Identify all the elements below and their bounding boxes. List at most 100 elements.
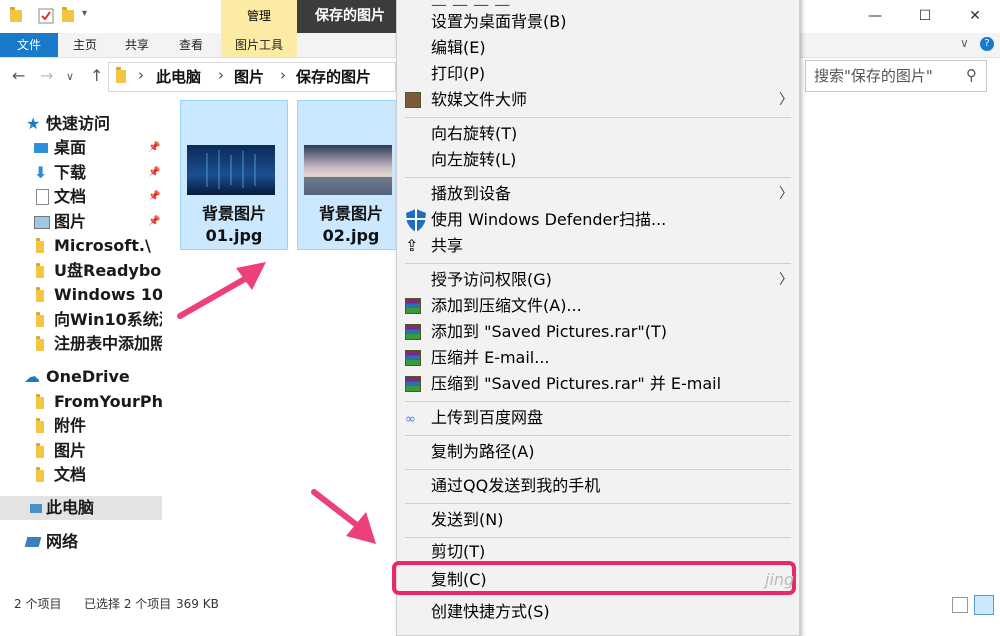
tab-picture-tools[interactable]: 图片工具 [221, 33, 297, 57]
winrar-icon [405, 324, 421, 340]
nav-item-desktop[interactable]: 桌面 📌 [0, 136, 162, 160]
properties-icon[interactable] [38, 8, 54, 24]
nav-item-onedrive-folder[interactable]: 图片 [0, 439, 162, 463]
nav-item-downloads[interactable]: ⬇ 下载 📌 [0, 161, 162, 185]
menu-item-cast-to-device[interactable]: 播放到设备 〉 [397, 181, 799, 207]
nav-item-onedrive-folder[interactable]: 文档 [0, 463, 162, 487]
chevron-right-icon[interactable]: › [280, 66, 286, 84]
pin-icon[interactable]: 📌 [148, 210, 160, 234]
menu-item-copy-as-path[interactable]: 复制为路径(A) [397, 439, 799, 465]
winrar-icon [405, 376, 421, 392]
nav-network[interactable]: 网络 [0, 530, 162, 554]
menu-item-baidu-upload[interactable]: ∞ 上传到百度网盘 [397, 405, 799, 431]
folder-icon [36, 336, 44, 351]
collapse-ribbon-icon[interactable]: ∨ [960, 36, 969, 50]
menu-item-add-to-rar[interactable]: 添加到 "Saved Pictures.rar"(T) [397, 319, 799, 345]
nav-item-folder[interactable]: 向Win10系统添 [0, 308, 162, 332]
nav-label: 注册表中添加照 [54, 334, 162, 353]
close-button[interactable]: ✕ [950, 0, 1000, 33]
nav-this-pc[interactable]: 此电脑 [0, 496, 162, 520]
nav-item-onedrive-folder[interactable]: FromYourPho [0, 390, 162, 414]
menu-item-qq-send[interactable]: 通过QQ发送到我的手机 [397, 473, 799, 499]
selected-size: 369 KB [176, 597, 219, 611]
search-input[interactable]: 搜索"保存的图片" [805, 60, 987, 92]
maximize-button[interactable]: ☐ [900, 0, 950, 33]
ruanmei-icon [405, 92, 421, 108]
menu-item-compress-email[interactable]: 压缩并 E-mail... [397, 345, 799, 371]
nav-item-folder[interactable]: Windows 10 [0, 283, 162, 307]
nav-label: Windows 10 [54, 285, 162, 304]
search-icon[interactable]: ⚲ [966, 66, 977, 84]
winrar-icon [405, 298, 421, 314]
minimize-button[interactable]: — [850, 0, 900, 33]
menu-item-set-wallpaper[interactable]: 设置为桌面背景(B) [397, 9, 799, 35]
tab-view[interactable]: 查看 [166, 33, 216, 57]
tab-manage[interactable]: 管理 [221, 0, 297, 33]
customize-toolbar-icon[interactable]: ▾ [82, 8, 87, 19]
menu-item-share[interactable]: ⇪ 共享 [397, 233, 799, 259]
nav-label: 桌面 [54, 138, 87, 157]
selected-count: 已选择 2 个项目 [84, 597, 172, 611]
menu-item-defender-scan[interactable]: 使用 Windows Defender扫描... [397, 207, 799, 233]
file-name: 背景图片 01.jpg [181, 203, 287, 247]
image-thumbnail [304, 145, 392, 195]
menu-item-compress-rar-email[interactable]: 压缩到 "Saved Pictures.rar" 并 E-mail [397, 371, 799, 397]
nav-item-folder[interactable]: 注册表中添加照 [0, 332, 162, 356]
nav-item-folder[interactable]: U盘Readyboo [0, 259, 162, 283]
breadcrumb-saved-pictures[interactable]: 保存的图片 [296, 66, 371, 87]
menu-separator [405, 117, 791, 118]
menu-separator [405, 469, 791, 470]
menu-item-create-shortcut[interactable]: 创建快捷方式(S) [397, 599, 799, 625]
menu-item-give-access[interactable]: 授予访问权限(G) 〉 [397, 267, 799, 293]
menu-separator [405, 503, 791, 504]
menu-item-ruanmei[interactable]: 软媒文件大师 〉 [397, 87, 799, 113]
share-icon: ⇪ [405, 236, 419, 255]
menu-item-rotate-left[interactable]: 向左旋转(L) [397, 147, 799, 173]
pin-icon[interactable]: 📌 [148, 136, 160, 160]
chevron-right-icon: 〉 [779, 92, 793, 108]
nav-item-folder[interactable]: Microsoft.\ [0, 234, 162, 258]
recent-locations-icon[interactable]: ∨ [66, 70, 74, 83]
menu-item-print[interactable]: 打印(P) [397, 61, 799, 87]
file-name: 背景图片 02.jpg [298, 203, 404, 247]
large-icons-view-icon[interactable] [974, 595, 994, 615]
breadcrumb-this-pc[interactable]: 此电脑 [156, 66, 201, 87]
menu-separator [405, 401, 791, 402]
watermark: jing [765, 570, 795, 589]
file-item[interactable]: 背景图片 02.jpg [297, 100, 405, 250]
details-view-icon[interactable] [952, 597, 968, 613]
up-arrow-icon[interactable]: ↑ [90, 66, 103, 85]
folder-icon [36, 467, 44, 482]
menu-item-rotate-right[interactable]: 向右旋转(T) [397, 121, 799, 147]
chevron-right-icon[interactable]: › [218, 66, 224, 84]
nav-item-onedrive-folder[interactable]: 附件 [0, 414, 162, 438]
help-icon[interactable]: ? [980, 37, 994, 51]
baidu-cloud-icon: ∞ [405, 412, 416, 427]
breadcrumb-pictures[interactable]: 图片 [234, 66, 264, 87]
menu-item-send-to[interactable]: 发送到(N) [397, 507, 799, 533]
star-icon: ★ [26, 114, 41, 133]
tab-share[interactable]: 共享 [112, 33, 162, 57]
nav-item-documents[interactable]: 文档 📌 [0, 185, 162, 209]
folder-icon [10, 7, 22, 22]
nav-item-pictures[interactable]: 图片 📌 [0, 210, 162, 234]
tab-file[interactable]: 文件 [0, 33, 58, 57]
pin-icon[interactable]: 📌 [148, 185, 160, 209]
menu-item-add-to-archive[interactable]: 添加到压缩文件(A)... [397, 293, 799, 319]
file-item[interactable]: 背景图片 01.jpg [180, 100, 288, 250]
new-folder-icon[interactable] [62, 7, 74, 22]
tab-home[interactable]: 主页 [60, 33, 110, 57]
download-icon: ⬇ [34, 163, 48, 182]
nav-label: U盘Readyboo [54, 261, 162, 280]
chevron-right-icon[interactable]: › [138, 66, 144, 84]
back-arrow-icon[interactable]: ← [12, 66, 25, 85]
nav-label: 快速访问 [46, 114, 111, 133]
forward-arrow-icon[interactable]: → [40, 66, 53, 85]
menu-separator [405, 177, 791, 178]
menu-item-edit[interactable]: 编辑(E) [397, 35, 799, 61]
pin-icon[interactable]: 📌 [148, 161, 160, 185]
nav-quick-access[interactable]: ★ 快速访问 [0, 112, 162, 136]
folder-icon [36, 287, 44, 302]
nav-label: 此电脑 [46, 498, 95, 517]
nav-onedrive[interactable]: ☁ OneDrive [0, 365, 162, 389]
